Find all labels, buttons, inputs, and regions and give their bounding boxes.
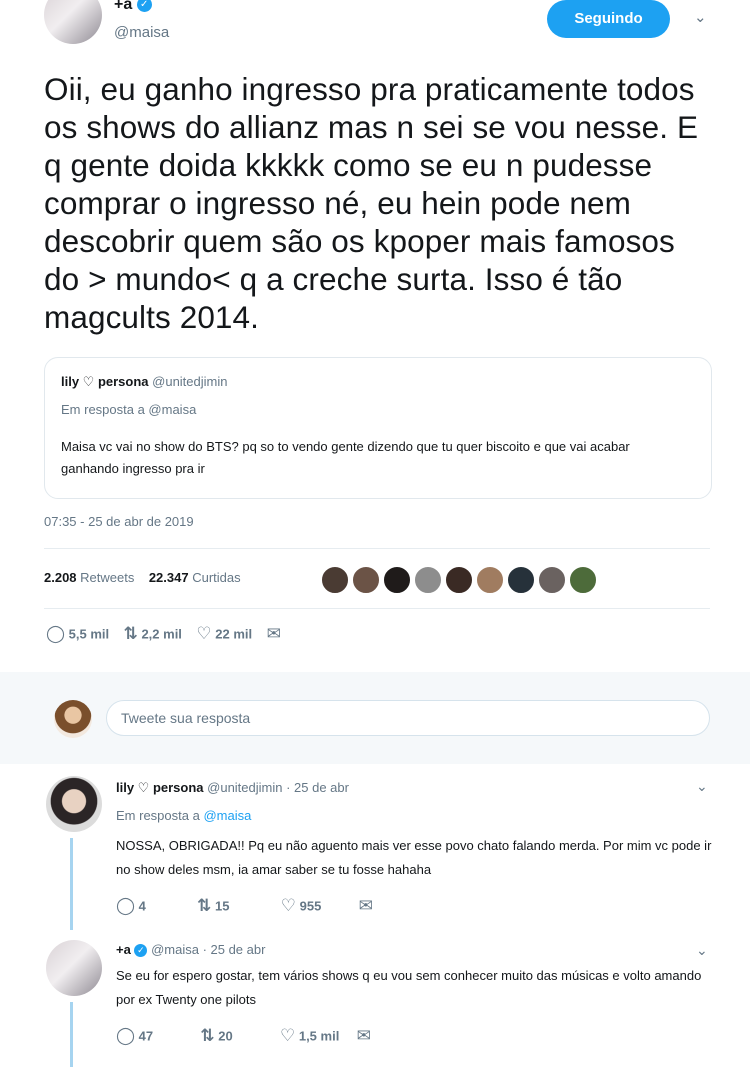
liker-avatar[interactable]: [320, 565, 350, 595]
reply-count[interactable]: 4: [139, 899, 146, 914]
verified-badge-icon: ✓: [136, 0, 152, 13]
heart-icon[interactable]: ♡: [281, 896, 296, 915]
author-avatar[interactable]: [44, 0, 102, 44]
reply-to-line: Em resposta a @maisa: [116, 808, 251, 823]
liker-avatar[interactable]: [382, 565, 412, 595]
reply-composer: Tweete sua resposta: [0, 672, 750, 764]
reply-prefix: Em resposta a: [116, 808, 204, 823]
like-count[interactable]: 1,5 mil: [299, 1029, 339, 1044]
tweet-timestamp[interactable]: 07:35 - 25 de abr de 2019: [44, 514, 194, 529]
reply-actions: ◯ 4 ⇅ 15 ♡ 955 ✉: [116, 896, 373, 916]
reply-icon[interactable]: ◯: [116, 1026, 135, 1045]
liker-avatar[interactable]: [537, 565, 567, 595]
reply-count[interactable]: 47: [139, 1029, 153, 1044]
likes-label[interactable]: Curtidas: [192, 570, 240, 585]
quoted-text: Maisa vc vai no show do BTS? pq so to ve…: [61, 439, 630, 476]
divider: [44, 608, 710, 609]
envelope-icon[interactable]: ✉: [267, 624, 281, 643]
like-count[interactable]: 22 mil: [215, 627, 252, 642]
quoted-header: lily ♡ persona @unitedjimin: [61, 374, 227, 390]
retweets-label[interactable]: Retweets: [80, 570, 134, 585]
liker-avatar[interactable]: [444, 565, 474, 595]
envelope-icon[interactable]: ✉: [357, 1026, 371, 1045]
reply-actions: ◯ 47 ⇅ 20 ♡ 1,5 mil ✉: [116, 1026, 371, 1046]
quoted-tweet[interactable]: lily ♡ persona @unitedjimin Em resposta …: [44, 357, 712, 499]
liker-avatar[interactable]: [413, 565, 443, 595]
tweet-actions: ◯ 5,5 mil ⇅ 2,2 mil ♡ 22 mil ✉: [46, 624, 281, 644]
engagement-stats: 2.208 Retweets 22.347 Curtidas: [44, 570, 241, 585]
chevron-down-icon[interactable]: ⌄: [696, 778, 708, 795]
liker-avatar[interactable]: [568, 565, 598, 595]
retweet-count[interactable]: 20: [218, 1029, 232, 1044]
following-button[interactable]: Seguindo: [547, 0, 670, 38]
reply-to-handle[interactable]: @maisa: [203, 808, 251, 823]
thread-line: [70, 838, 73, 930]
like-count[interactable]: 955: [300, 899, 322, 914]
envelope-icon[interactable]: ✉: [359, 896, 373, 915]
reply-avatar[interactable]: [46, 940, 102, 996]
reply-display-name[interactable]: lily ♡ persona: [116, 780, 204, 795]
retweet-icon[interactable]: ⇅: [124, 624, 138, 643]
reply-display-name[interactable]: +a: [116, 942, 131, 957]
reply-text: NOSSA, OBRIGADA!! Pq eu não aguento mais…: [116, 838, 712, 877]
reply-meta[interactable]: @maisa · 25 de abr: [151, 942, 265, 957]
reply-icon[interactable]: ◯: [46, 624, 65, 643]
heart-icon[interactable]: ♡: [196, 624, 211, 643]
reply-text: Se eu for espero gostar, tem vários show…: [116, 968, 702, 1007]
quoted-display-name: lily ♡ persona: [61, 374, 149, 389]
reply-count[interactable]: 5,5 mil: [69, 627, 109, 642]
retweet-icon[interactable]: ⇅: [200, 1026, 214, 1045]
verified-badge-icon: ✓: [134, 944, 148, 958]
chevron-down-icon[interactable]: ⌄: [694, 8, 707, 26]
quoted-handle: @unitedjimin: [152, 374, 228, 389]
reply-avatar[interactable]: [46, 776, 102, 832]
divider: [44, 548, 710, 549]
likes-count[interactable]: 22.347: [149, 570, 189, 585]
retweet-count[interactable]: 2,2 mil: [141, 627, 181, 642]
quoted-reply-to: Em resposta a @maisa: [61, 402, 197, 417]
reply-meta[interactable]: @unitedjimin · 25 de abr: [207, 780, 349, 795]
liker-avatar[interactable]: [475, 565, 505, 595]
liker-avatar[interactable]: [506, 565, 536, 595]
thread-line: [70, 1002, 73, 1067]
chevron-down-icon[interactable]: ⌄: [696, 942, 708, 959]
author-name-row: +a ✓: [114, 0, 152, 14]
reply-header: lily ♡ persona @unitedjimin · 25 de abr: [116, 780, 349, 796]
reply-icon[interactable]: ◯: [116, 896, 135, 915]
reply-header: +a ✓ @maisa · 25 de abr: [116, 942, 265, 958]
retweet-icon[interactable]: ⇅: [197, 896, 211, 915]
retweets-count[interactable]: 2.208: [44, 570, 77, 585]
retweet-count[interactable]: 15: [215, 899, 229, 914]
heart-icon[interactable]: ♡: [280, 1026, 295, 1045]
tweet-text: Oii, eu ganho ingresso pra praticamente …: [44, 71, 699, 335]
author-handle[interactable]: @maisa: [114, 24, 169, 41]
liker-avatars[interactable]: [320, 565, 620, 595]
current-user-avatar: [54, 700, 92, 738]
author-display-name[interactable]: +a: [114, 0, 132, 13]
reply-input[interactable]: Tweete sua resposta: [106, 700, 710, 736]
liker-avatar[interactable]: [351, 565, 381, 595]
